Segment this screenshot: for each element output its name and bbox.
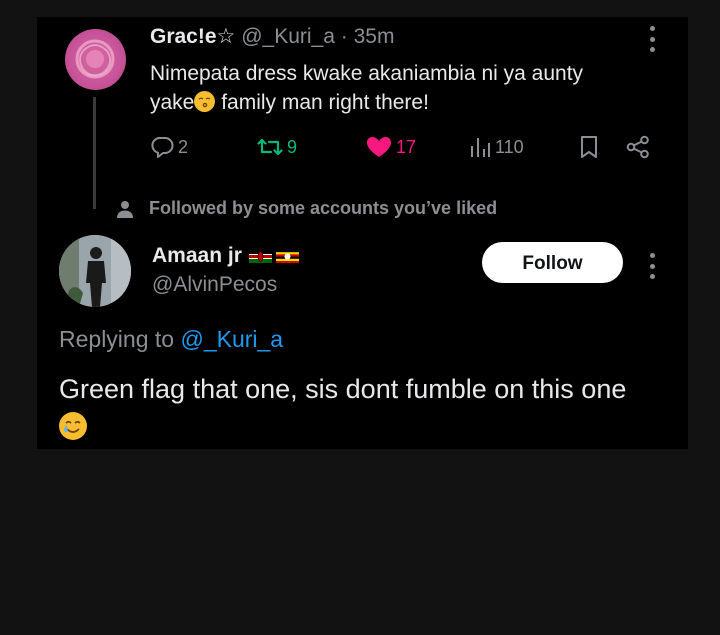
reply-count: 2 [178,136,189,157]
reply-author-name[interactable]: Amaan jr [152,244,242,268]
reply-text: Green flag that one, sis dont fumble on … [59,370,679,446]
retweet-action[interactable]: 9 [257,135,297,159]
share-action[interactable] [626,135,650,159]
more-icon[interactable] [649,26,655,52]
reply-author-avatar[interactable] [59,235,131,307]
heart-icon [367,137,391,157]
reply-more-icon[interactable] [649,253,655,279]
follow-button[interactable]: Follow [482,242,623,283]
person-icon [117,200,133,218]
views-action[interactable]: 110 [469,135,524,159]
tweet-text-line2b: family man right there! [215,91,429,114]
tweet-card: Grac!e☆ @_Kuri_a · 35m Nimepata dress kw… [37,17,688,449]
followed-by-notice: Followed by some accounts you’ve liked [117,198,497,219]
reply-author-name-row: Amaan jr [152,244,299,268]
tweet-text-line1: Nimepata dress kwake akaniambia ni ya au… [150,62,584,85]
reply-author-handle[interactable]: @AlvinPecos [152,273,277,297]
like-count: 17 [396,136,417,157]
views-count: 110 [495,136,524,157]
views-icon [471,138,490,157]
tweet-text-line2a: yake [150,91,195,114]
replying-to: Replying to @_Kuri_a [59,326,283,353]
followed-by-text: Followed by some accounts you’ve liked [149,198,498,218]
reply-text-content: Green flag that one, sis dont fumble on … [59,374,627,404]
replying-to-handle-link[interactable]: @_Kuri_a [180,326,283,352]
thread-line [93,97,96,209]
tweet-time[interactable]: 35m [354,25,395,48]
bookmark-icon [581,136,597,158]
avatar-flower-image [75,39,115,79]
smiling-face-with-tear-emoji-icon [59,412,87,440]
replying-to-prefix: Replying to [59,326,181,352]
retweet-count: 9 [287,136,298,157]
uganda-flag-icon [275,249,299,263]
original-author-avatar[interactable] [65,29,126,90]
reply-action[interactable]: 2 [150,135,188,159]
reply-icon [151,137,174,158]
kissing-face-emoji-icon [194,91,216,112]
original-tweet-header: Grac!e☆ @_Kuri_a · 35m [150,24,394,49]
kenya-flag-icon [248,249,272,263]
time-separator: · [340,25,348,48]
original-tweet-text: Nimepata dress kwake akaniambia ni ya au… [150,59,650,117]
like-action[interactable]: 17 [366,135,416,159]
original-author-name[interactable]: Grac!e☆ [150,25,235,48]
avatar-person-photo [59,235,131,307]
original-author-handle[interactable]: @_Kuri_a [241,25,335,48]
retweet-icon [257,138,283,156]
bookmark-action[interactable] [579,135,599,159]
share-icon [626,135,649,159]
